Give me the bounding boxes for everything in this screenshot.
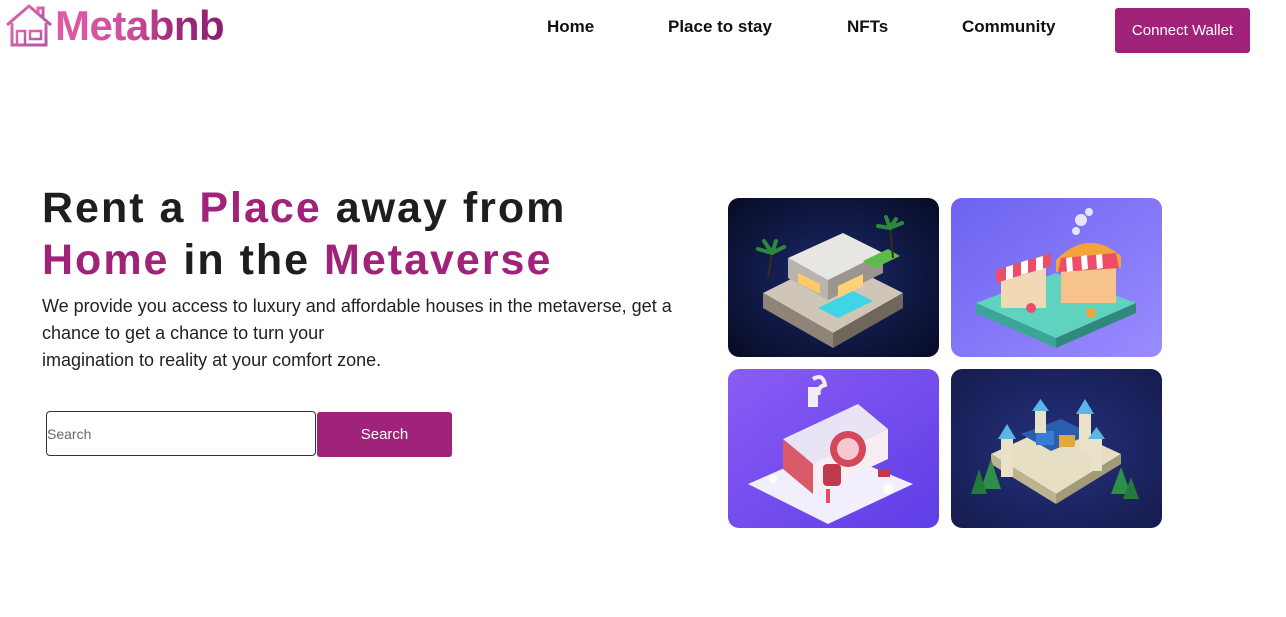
hero-description-line: imagination to reality at your comfort z… [42,350,382,370]
snow-house-image [728,369,939,528]
market-stalls-image [951,198,1162,357]
hero-title-part: Rent a [42,184,200,232]
snow-house-tile[interactable] [728,369,939,528]
nav-place-to-stay[interactable]: Place to stay [668,16,772,38]
market-stalls-tile[interactable] [951,198,1162,357]
hero-title-part: away from [321,184,567,232]
hero-description-line: chance to get a chance to turn your [42,323,325,343]
hero-title-accent-place: Place [199,184,322,232]
modern-villa-tile[interactable] [728,198,939,357]
house-icon [6,4,52,47]
hero-description-line: We provide you access to luxury and affo… [42,296,672,316]
logo-text: Metabnb [55,2,225,49]
nav-community[interactable]: Community [962,16,1056,38]
castle-tile[interactable] [951,369,1162,528]
hero-description: We provide you access to luxury and affo… [42,293,692,374]
hero-title-part: in the [169,236,325,284]
castle-image [951,369,1162,528]
logo[interactable]: Metabnb [4,2,225,49]
nav-nfts[interactable]: NFTs [847,16,888,38]
modern-villa-image [728,198,939,357]
connect-wallet-button[interactable]: Connect Wallet [1115,8,1250,53]
hero-title-accent-home: Home [42,236,170,284]
search-button[interactable]: Search [317,412,452,457]
hero-title-accent-metaverse: Metaverse [324,236,553,284]
hero-title: Rent a Place away from Home in the Metave… [42,182,566,286]
nav-home[interactable]: Home [547,16,594,38]
search-input[interactable] [46,411,316,456]
